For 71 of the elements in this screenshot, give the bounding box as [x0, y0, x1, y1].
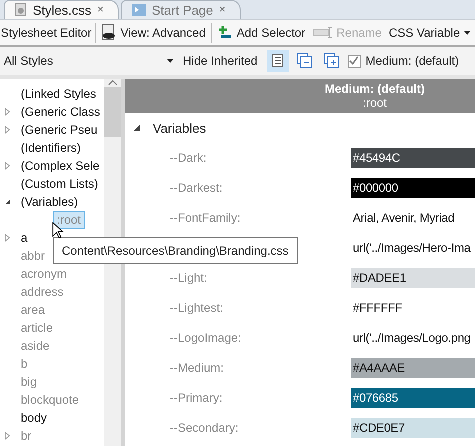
collapsed-arrow-icon[interactable]	[3, 233, 13, 243]
variable-name: --Darkest:	[169, 181, 224, 195]
variable-name: --Medium:	[169, 361, 226, 375]
document-tab[interactable]: Start Page ×	[120, 0, 241, 19]
variable-value[interactable]: url('../Images/Hero-Ima	[351, 238, 475, 258]
tree-item[interactable]: (Variables)	[21, 195, 78, 209]
tree-item[interactable]: address	[21, 285, 64, 299]
tree-item[interactable]: (Custom Lists)	[21, 177, 98, 191]
variable-name: --Lightest:	[169, 301, 224, 315]
tree-item[interactable]: (Generic Pseu	[21, 123, 98, 137]
collapse-all-icon	[296, 53, 313, 69]
tree-item[interactable]: br	[21, 429, 32, 443]
tree-item[interactable]: abbr	[21, 249, 46, 263]
add-selector-icon	[216, 26, 233, 40]
color-value[interactable]: #000000	[351, 178, 475, 198]
editor-title: Stylesheet Editor	[1, 26, 92, 40]
rename-icon	[312, 26, 333, 38]
document-tab[interactable]: Styles.css ×	[4, 0, 119, 19]
tree-item[interactable]: area	[21, 303, 46, 317]
collapsed-arrow-icon[interactable]	[3, 431, 13, 441]
tree-item[interactable]: article	[21, 321, 54, 335]
variable-name: --Dark:	[169, 151, 208, 165]
selector-name: :root	[362, 96, 387, 110]
tree-item[interactable]: aside	[21, 339, 50, 353]
tree-item[interactable]: body	[21, 411, 48, 425]
color-value[interactable]: #076685	[351, 388, 475, 408]
tree-item[interactable]: (Complex Sele	[21, 159, 100, 173]
variable-value[interactable]: url('../Images/Logo.png	[351, 328, 475, 348]
check-icon	[349, 56, 360, 66]
section-label: Variables	[153, 120, 206, 136]
expand-all-icon	[324, 53, 340, 69]
toolbar-button[interactable]: CSS Variable	[386, 26, 474, 40]
tree-item[interactable]: a	[21, 231, 28, 245]
tree-item[interactable]: (Identifiers)	[21, 141, 82, 155]
tree-item[interactable]: big	[21, 375, 38, 389]
style-filter-dropdown[interactable]: All Styles	[4, 54, 174, 68]
collapsed-arrow-icon[interactable]	[3, 161, 13, 171]
expanded-arrow-icon[interactable]	[3, 197, 13, 207]
toolbar-button[interactable]: View: Advanced	[98, 24, 208, 42]
caret-icon	[167, 59, 174, 63]
color-value[interactable]: #45494C	[351, 148, 475, 168]
toolbar-button[interactable]: Add Selector	[214, 26, 308, 40]
scroll-up-icon[interactable]	[108, 79, 118, 87]
variable-name: --Primary:	[169, 391, 224, 405]
hide-inherited-button[interactable]: Hide Inherited	[179, 54, 262, 68]
color-value[interactable]: #CDE0E7	[351, 418, 475, 438]
tree-item[interactable]: (Linked Styles	[21, 87, 96, 101]
list-icon	[270, 54, 285, 68]
variable-name: --FontFamily:	[169, 211, 242, 225]
caret-icon	[464, 30, 472, 34]
tooltip: Content\Resources\Branding\Branding.css	[53, 237, 298, 264]
variable-value[interactable]: Arial, Avenir, Myriad	[351, 208, 475, 228]
collapsed-arrow-icon[interactable]	[3, 125, 13, 135]
scroll-thumb[interactable]	[104, 87, 121, 137]
expanded-arrow-icon[interactable]	[133, 124, 141, 132]
close-icon[interactable]: ×	[98, 4, 104, 16]
medium-checkbox[interactable]: Medium: (default)	[348, 54, 460, 68]
variable-name: --LogoImage:	[169, 331, 242, 345]
close-icon[interactable]: ×	[219, 4, 226, 16]
collapsed-arrow-icon[interactable]	[3, 107, 13, 117]
view-button[interactable]	[266, 50, 289, 72]
tree-item[interactable]: b	[21, 357, 28, 371]
variable-name: --Light:	[169, 271, 208, 285]
medium-title: Medium: (default)	[325, 82, 425, 96]
variable-name: --Secondary:	[169, 421, 240, 435]
tree-item[interactable]: acronym	[21, 267, 68, 281]
page-icon	[132, 4, 146, 16]
color-value[interactable]: #DADEE1	[351, 268, 475, 288]
color-value[interactable]: #A4AAAE	[351, 358, 475, 378]
tree-item[interactable]: (Generic Class	[21, 105, 100, 119]
tree-item[interactable]: blockquote	[21, 393, 80, 407]
